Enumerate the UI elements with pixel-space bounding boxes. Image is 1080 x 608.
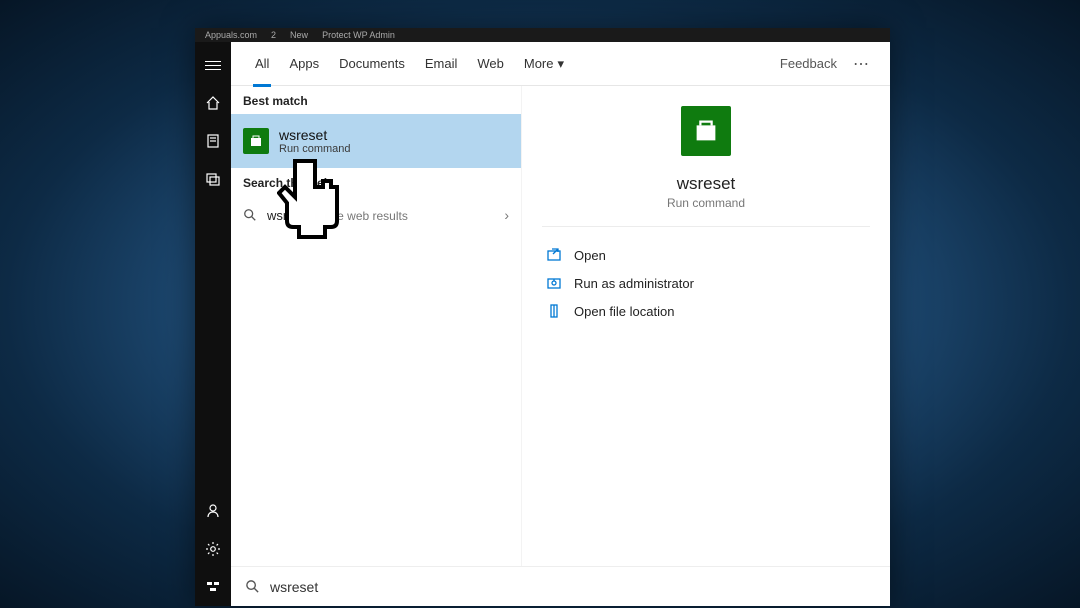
shield-icon [546,275,562,291]
action-open-location[interactable]: Open file location [542,297,870,325]
results-pane: Best match wsreset Run command Search th… [231,86,521,566]
tab-documents[interactable]: Documents [329,42,415,86]
detail-title: wsreset [677,174,736,194]
pictures-icon[interactable] [195,160,231,198]
open-icon [546,247,562,263]
store-app-icon-large [681,106,731,156]
tab-email[interactable]: Email [415,42,468,86]
tab-web[interactable]: Web [467,42,514,86]
tab-all[interactable]: All [245,42,279,86]
chevron-down-icon: ▾ [557,56,564,72]
tab-apps[interactable]: Apps [279,42,329,86]
detail-subtitle: Run command [667,196,745,210]
search-icon [243,208,257,222]
more-options-icon[interactable]: ⋯ [847,54,876,74]
chevron-right-icon: › [504,207,509,223]
detail-pane: wsreset Run command Open Run as administ… [521,86,890,566]
search-web-heading: Search the web [231,168,521,196]
account-icon[interactable] [195,492,231,530]
store-app-icon [243,128,269,154]
feedback-link[interactable]: Feedback [780,56,847,71]
browser-chrome-bar: Appuals.com 2 New Protect WP Admin [195,28,890,42]
search-icon [245,579,260,594]
best-match-result[interactable]: wsreset Run command [231,114,521,168]
best-match-title: wsreset [279,127,351,143]
action-open-label: Open [574,248,606,263]
browser-bar-item: New [290,30,308,40]
filter-tabs: All Apps Documents Email Web More ▾ Feed… [231,42,890,86]
browser-bar-item: 2 [271,30,276,40]
action-run-admin-label: Run as administrator [574,276,694,291]
search-bar[interactable]: wsreset [231,566,890,606]
best-match-subtitle: Run command [279,143,351,155]
search-query-text: wsreset [270,579,318,595]
tab-more-label: More [524,56,554,71]
action-open[interactable]: Open [542,241,870,269]
folder-icon [546,303,562,319]
web-result-suffix: - See web results [312,209,408,223]
browser-bar-item: Protect WP Admin [322,30,395,40]
web-result-row[interactable]: wsreset - See web results › [231,196,521,234]
search-window: Appuals.com 2 New Protect WP Admin [195,28,890,606]
action-open-location-label: Open file location [574,304,674,319]
tab-more[interactable]: More ▾ [514,42,574,86]
filter-icon[interactable] [195,568,231,606]
settings-gear-icon[interactable] [195,530,231,568]
home-icon[interactable] [195,84,231,122]
sidebar [195,42,231,606]
action-run-admin[interactable]: Run as administrator [542,269,870,297]
browser-bar-item: Appuals.com [205,30,257,40]
document-icon[interactable] [195,122,231,160]
best-match-heading: Best match [231,86,521,114]
hamburger-menu-icon[interactable] [195,46,231,84]
web-result-query: wsreset [267,208,312,223]
